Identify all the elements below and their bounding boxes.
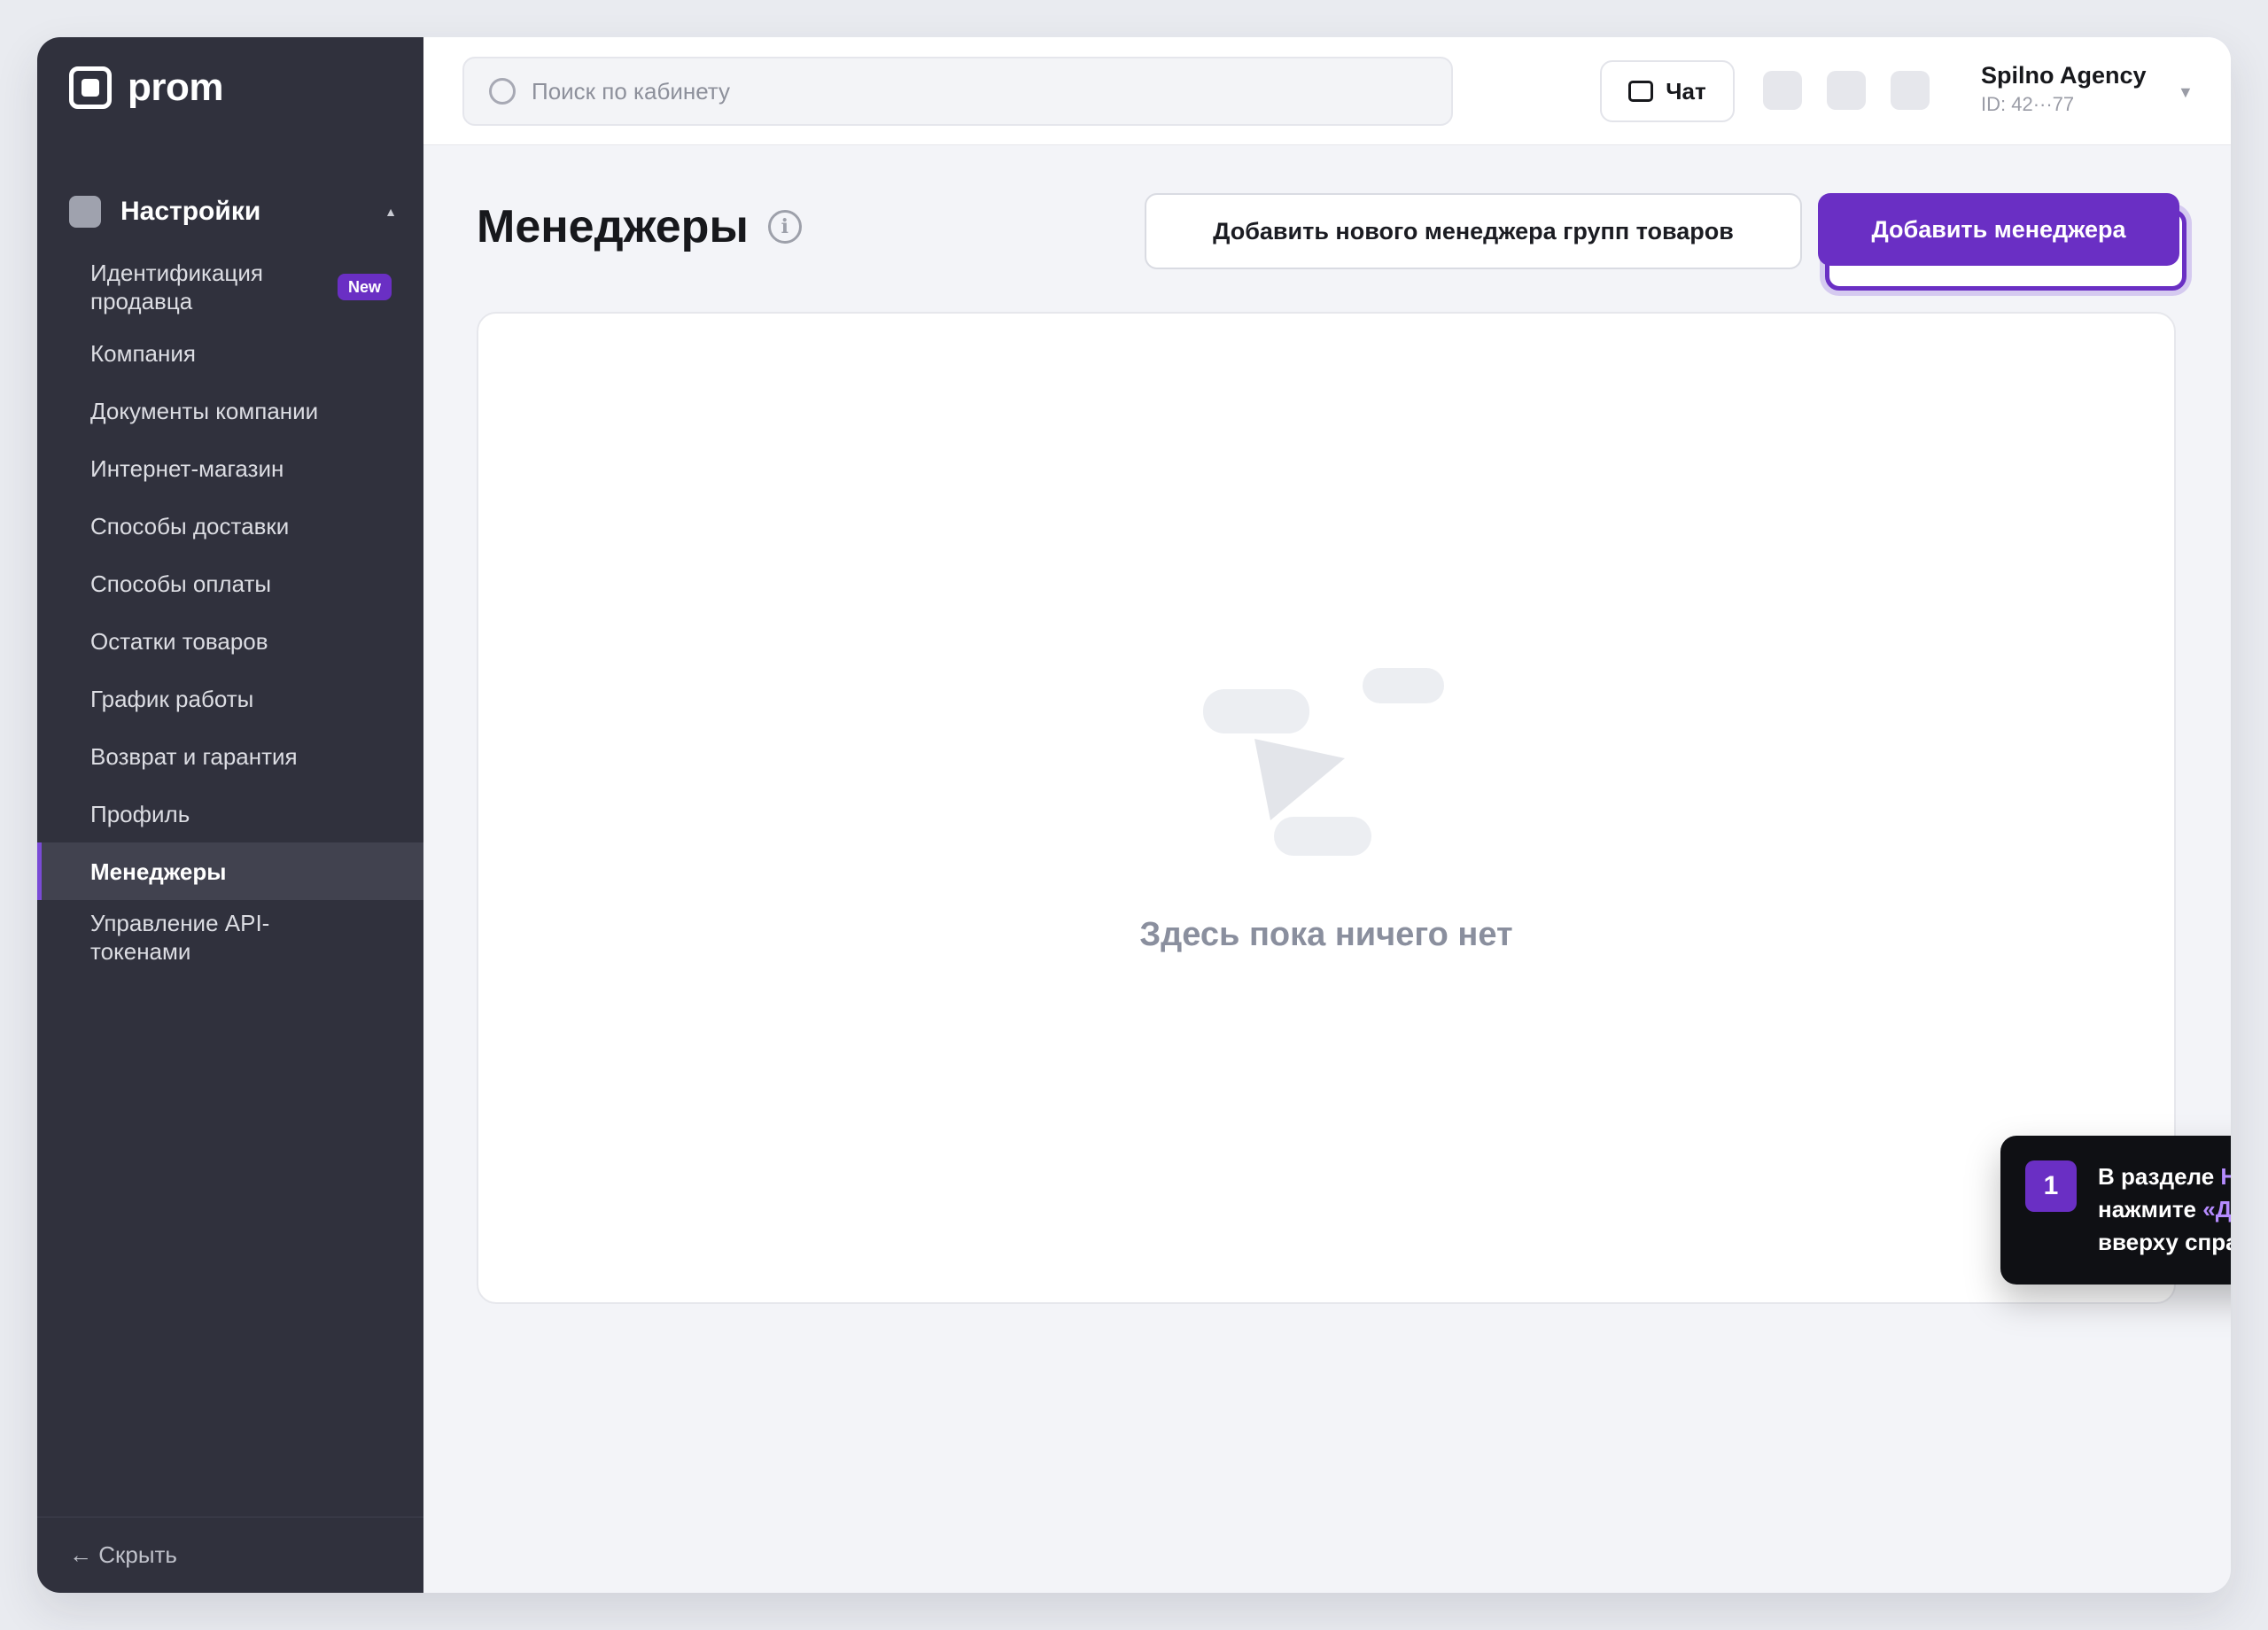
empty-state-text: Здесь пока ничего нет — [1139, 916, 1513, 953]
empty-state-illustration — [1203, 668, 1460, 863]
tooltip-text-part: В разделе — [2098, 1163, 2221, 1190]
sidebar-item-delivery-methods[interactable]: Способы доставки — [37, 497, 423, 555]
logo[interactable]: prom — [69, 66, 224, 110]
chevron-down-icon[interactable]: ▼ — [2178, 83, 2194, 102]
sidebar-item-payment-methods[interactable]: Способы оплаты — [37, 555, 423, 612]
sidebar-item-label: Остатки товаров — [90, 627, 268, 655]
sidebar-item-company[interactable]: Компания — [37, 324, 423, 382]
sidebar-item-returns-warranty[interactable]: Возврат и гарантия — [37, 727, 423, 785]
illustration-pill — [1203, 689, 1309, 734]
logo-text: prom — [128, 66, 224, 109]
sidebar-item-label: Компания — [90, 339, 196, 367]
sidebar-item-label: Менеджеры — [90, 858, 227, 885]
account-name: Spilno Agency — [1981, 62, 2147, 89]
sidebar-item-managers[interactable]: Менеджеры — [37, 842, 423, 900]
search-bar[interactable] — [462, 57, 1453, 126]
sidebar-item-label: Управление API-токенами — [90, 910, 270, 965]
settings-icon — [69, 196, 101, 228]
prom-logo-icon — [69, 66, 112, 109]
tooltip-text-part: нажмите — [2098, 1196, 2203, 1222]
apps-icon[interactable] — [1891, 71, 1930, 110]
main-content: Чат Spilno Agency ID: 42···77 ▼ Менеджер… — [423, 37, 2231, 1593]
chat-icon — [1628, 81, 1654, 102]
sidebar-item-seller-identification[interactable]: Идентификация продавца New — [37, 250, 423, 324]
topbar: Чат Spilno Agency ID: 42···77 ▼ — [423, 37, 2231, 145]
info-icon[interactable]: i — [767, 210, 802, 244]
sidebar: prom Настройки ▲ Идентификация продавца … — [37, 37, 423, 1593]
notifications-icon[interactable] — [1763, 71, 1802, 110]
illustration-pill — [1363, 668, 1444, 703]
account-menu[interactable]: Spilno Agency ID: 42···77 — [1981, 62, 2147, 116]
help-icon[interactable] — [1827, 71, 1866, 110]
sidebar-nav: Идентификация продавца New Компания Доку… — [37, 250, 423, 974]
hide-sidebar-label: ← Скрыть — [69, 1541, 177, 1568]
account-id: ID: 42···77 — [1981, 93, 2075, 115]
sidebar-item-label: Возврат и гарантия — [90, 742, 298, 770]
page-title: Менеджеры — [477, 201, 749, 252]
sidebar-item-company-documents[interactable]: Документы компании — [37, 382, 423, 439]
sidebar-item-api-tokens[interactable]: Управление API-токенами — [37, 900, 423, 974]
sidebar-item-online-store[interactable]: Интернет-магазин — [37, 439, 423, 497]
sidebar-item-label: Способы оплаты — [90, 570, 272, 597]
sidebar-item-schedule[interactable]: График работы — [37, 670, 423, 727]
managers-panel: Здесь пока ничего нет — [477, 312, 2176, 1304]
tooltip-text: В разделе Настройки → Менеджеры нажмите … — [2098, 1160, 2231, 1285]
search-icon — [489, 78, 516, 105]
add-manager-button[interactable]: Добавить менеджера — [1818, 193, 2179, 266]
tooltip-highlight: Настройки → Менеджеры — [2220, 1163, 2231, 1190]
hide-sidebar-button[interactable]: ← Скрыть — [37, 1517, 423, 1593]
settings-section-header[interactable]: Настройки ▲ — [69, 190, 397, 234]
tooltip-text-part: вверху справа. — [2098, 1229, 2231, 1255]
chat-label: Чат — [1666, 77, 1706, 105]
search-input[interactable] — [532, 77, 1329, 105]
new-badge: New — [337, 274, 392, 300]
settings-section-title: Настройки — [120, 197, 261, 226]
sidebar-item-label: Документы компании — [90, 397, 319, 424]
add-product-group-manager-button[interactable]: Добавить нового менеджера групп товаров — [1145, 193, 1802, 269]
sidebar-item-label: Идентификация продавца — [90, 260, 263, 314]
sidebar-item-label: Интернет-магазин — [90, 454, 284, 482]
app-window: prom Настройки ▲ Идентификация продавца … — [37, 37, 2231, 1593]
page-title-row: Менеджеры i — [477, 200, 802, 253]
onboarding-tooltip: 1 В разделе Настройки → Менеджеры нажмит… — [2000, 1136, 2231, 1285]
sidebar-item-label: Способы доставки — [90, 512, 290, 539]
sidebar-item-stock[interactable]: Остатки товаров — [37, 612, 423, 670]
tooltip-highlight: «Добавить менеджера» — [2202, 1196, 2231, 1222]
sidebar-item-profile[interactable]: Профиль — [37, 785, 423, 842]
sidebar-item-label: Профиль — [90, 800, 190, 827]
add-manager-button-wrapper: Добавить менеджера — [1818, 193, 2188, 292]
chat-button[interactable]: Чат — [1600, 60, 1735, 122]
chevron-up-icon: ▲ — [384, 205, 397, 219]
step-number: 1 — [2025, 1160, 2077, 1212]
sidebar-item-label: График работы — [90, 685, 254, 712]
paper-plane-icon — [1254, 739, 1345, 820]
